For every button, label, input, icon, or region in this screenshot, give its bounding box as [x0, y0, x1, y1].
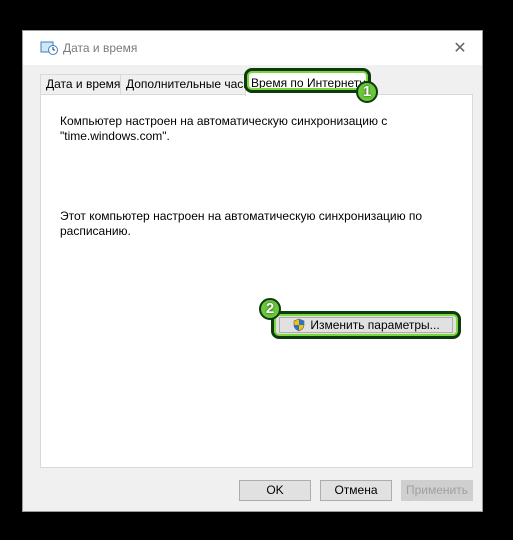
date-time-dialog: Дата и время ✕ Дата и время Дополнительн… [22, 30, 483, 512]
step-badge-1: 1 [356, 81, 378, 103]
schedule-status-text: Этот компьютер настроен на автоматическу… [60, 209, 423, 238]
apply-button[interactable]: Применить [401, 480, 473, 501]
internet-time-panel: Компьютер настроен на автоматическую син… [40, 94, 473, 468]
ok-button[interactable]: OK [239, 480, 311, 501]
change-settings-label: Изменить параметры... [310, 318, 440, 332]
cancel-button[interactable]: Отмена [320, 480, 392, 501]
tab-internet-time[interactable]: Время по Интернету [245, 72, 372, 96]
change-settings-button[interactable]: Изменить параметры... [279, 317, 453, 333]
uac-shield-icon [294, 318, 305, 332]
title-bar: Дата и время ✕ [23, 31, 482, 65]
step-badge-2: 2 [259, 298, 281, 320]
change-button-highlight: Изменить параметры... [271, 311, 461, 339]
sync-status-text: Компьютер настроен на автоматическую син… [60, 114, 388, 143]
close-button[interactable]: ✕ [438, 31, 482, 65]
window-title: Дата и время [63, 41, 138, 55]
close-icon: ✕ [453, 40, 467, 57]
clock-globe-icon [40, 41, 58, 55]
tab-date-time[interactable]: Дата и время [40, 74, 127, 94]
tab-additional-clocks[interactable]: Дополнительные часы [120, 74, 258, 94]
